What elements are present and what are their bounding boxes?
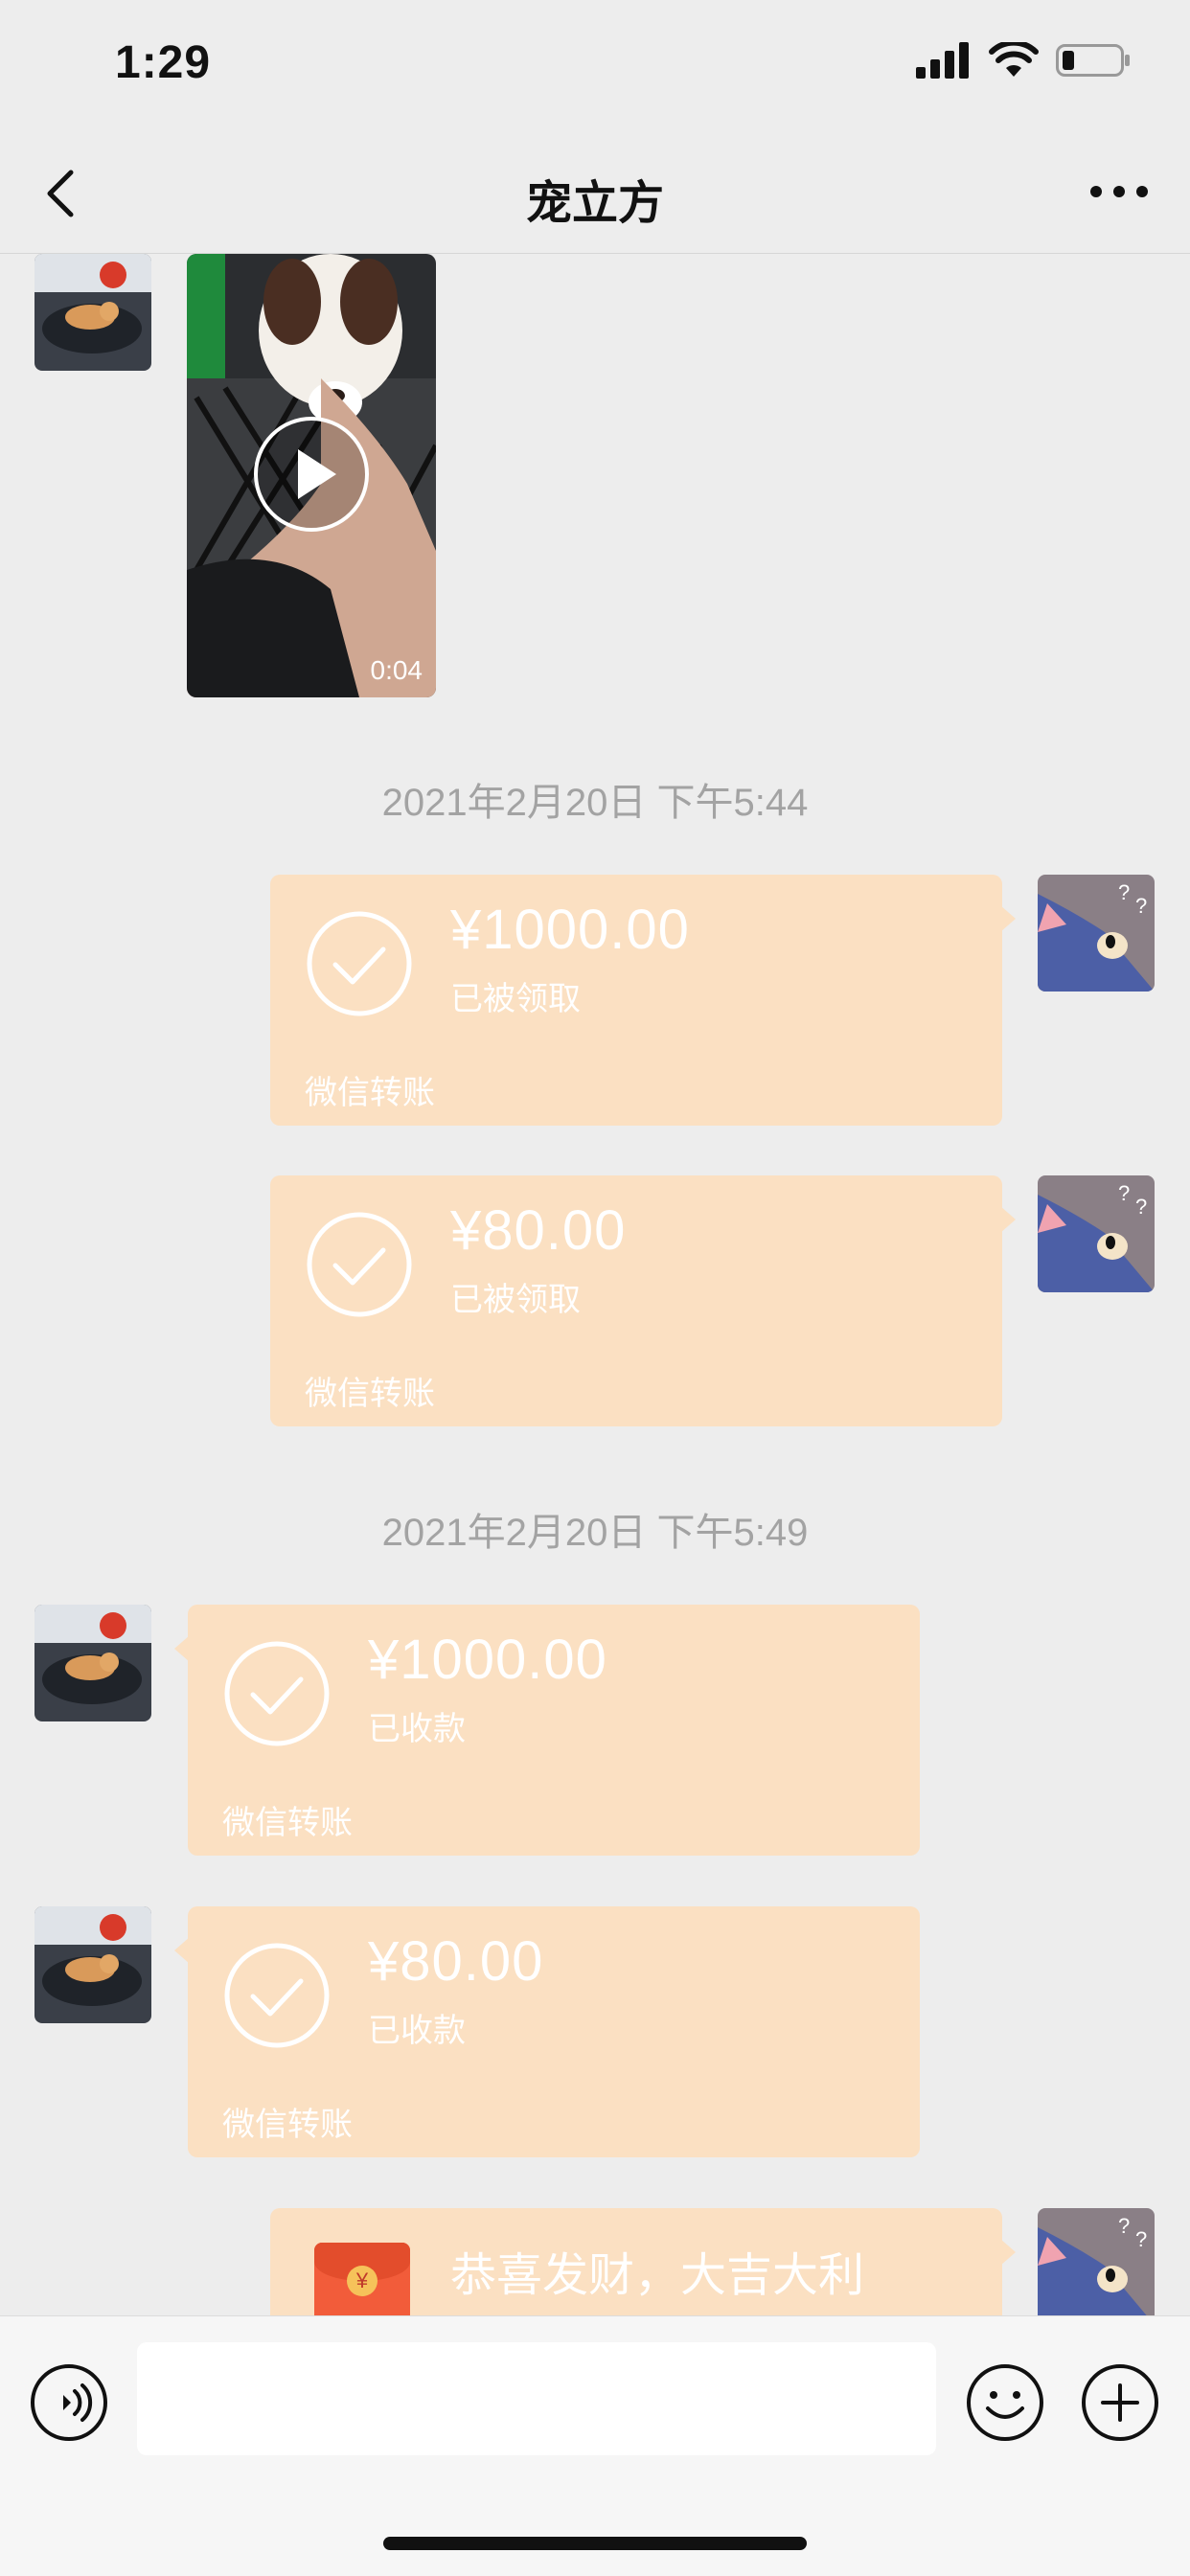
check-circle-icon — [224, 1641, 330, 1746]
transfer-message[interactable]: ¥1000.00 已被领取 微信转账 — [270, 875, 1016, 1126]
check-circle-icon — [307, 1212, 412, 1317]
transfer-amount: ¥1000.00 — [368, 1629, 607, 1691]
transfer-footer: 微信转账 — [222, 2107, 353, 2143]
avatar[interactable]: ? ? — [1038, 2208, 1155, 2315]
transfer-message[interactable]: ¥80.00 已被领取 微信转账 — [270, 1175, 1016, 1426]
avatar[interactable] — [34, 1605, 151, 1721]
transfer-status: 已收款 — [368, 1711, 466, 1747]
video-message[interactable]: 0:04 — [187, 254, 436, 697]
transfer-footer: 微信转账 — [222, 1805, 353, 1841]
transfer-amount: ¥80.00 — [450, 1199, 627, 1262]
red-packet-coin: ¥ — [347, 2266, 378, 2296]
transfer-amount: ¥80.00 — [368, 1930, 544, 1993]
tom-cat-avatar-image: ? ? — [1038, 1175, 1155, 1292]
video-thumbnail — [187, 254, 436, 697]
transfer-status: 已收款 — [368, 2013, 466, 2049]
avatar[interactable]: ? ? — [1038, 875, 1155, 992]
chat-area[interactable]: 0:04 2021年2月20日 下午5:44 ¥1000.00 已被领取 微信转… — [0, 254, 1190, 2315]
svg-text:?: ? — [1135, 894, 1147, 918]
voice-icon[interactable] — [29, 2362, 109, 2443]
check-circle-icon — [224, 1943, 330, 2048]
transfer-amount: ¥1000.00 — [450, 899, 690, 961]
svg-text:?: ? — [1135, 1195, 1147, 1219]
transfer-status: 已被领取 — [450, 981, 581, 1017]
battery-icon — [1056, 44, 1130, 77]
chat-timestamp: 2021年2月20日 下午5:44 — [381, 782, 809, 824]
transfer-status: 已被领取 — [450, 1282, 581, 1318]
tom-cat-avatar-image: ? ? — [1038, 2208, 1155, 2315]
wifi-icon — [989, 42, 1039, 77]
chat-title: 宠立方 — [525, 178, 664, 229]
red-packet-text: 恭喜发财，大吉大利 — [450, 2250, 865, 2301]
video-duration: 0:04 — [370, 655, 423, 685]
transfer-message[interactable]: ¥80.00 已收款 微信转账 — [174, 1906, 920, 2157]
red-packet-message[interactable]: ¥ 恭喜发财，大吉大利 — [270, 2208, 1016, 2315]
chat-timestamp: 2021年2月20日 下午5:49 — [381, 1512, 809, 1554]
cat-avatar-image — [34, 254, 151, 371]
cat-avatar-image — [34, 1605, 151, 1721]
svg-text:?: ? — [1118, 880, 1130, 904]
svg-text:?: ? — [1118, 2214, 1130, 2238]
status-bar: 1:29 — [0, 0, 1190, 134]
message-input[interactable] — [137, 2342, 936, 2455]
red-packet-icon: ¥ — [314, 2243, 410, 2315]
plus-icon[interactable] — [1080, 2362, 1160, 2443]
svg-text:?: ? — [1135, 2227, 1147, 2251]
nav-bar: 宠立方 — [0, 134, 1190, 254]
check-circle-icon — [307, 911, 412, 1016]
more-icon[interactable] — [1081, 161, 1157, 222]
home-indicator — [383, 2537, 807, 2550]
status-icons — [916, 42, 1133, 79]
emoji-icon[interactable] — [965, 2362, 1045, 2443]
tom-cat-avatar-image: ? ? — [1038, 875, 1155, 992]
avatar[interactable]: ? ? — [1038, 1175, 1155, 1292]
status-time: 1:29 — [115, 37, 212, 88]
avatar[interactable] — [34, 1906, 151, 2023]
avatar[interactable] — [34, 254, 151, 371]
svg-text:?: ? — [1118, 1181, 1130, 1205]
transfer-message[interactable]: ¥1000.00 已收款 微信转账 — [174, 1605, 920, 1856]
transfer-footer: 微信转账 — [305, 1376, 435, 1412]
transfer-footer: 微信转账 — [305, 1075, 435, 1111]
signal-icon — [916, 42, 969, 79]
cat-avatar-image — [34, 1906, 151, 2023]
